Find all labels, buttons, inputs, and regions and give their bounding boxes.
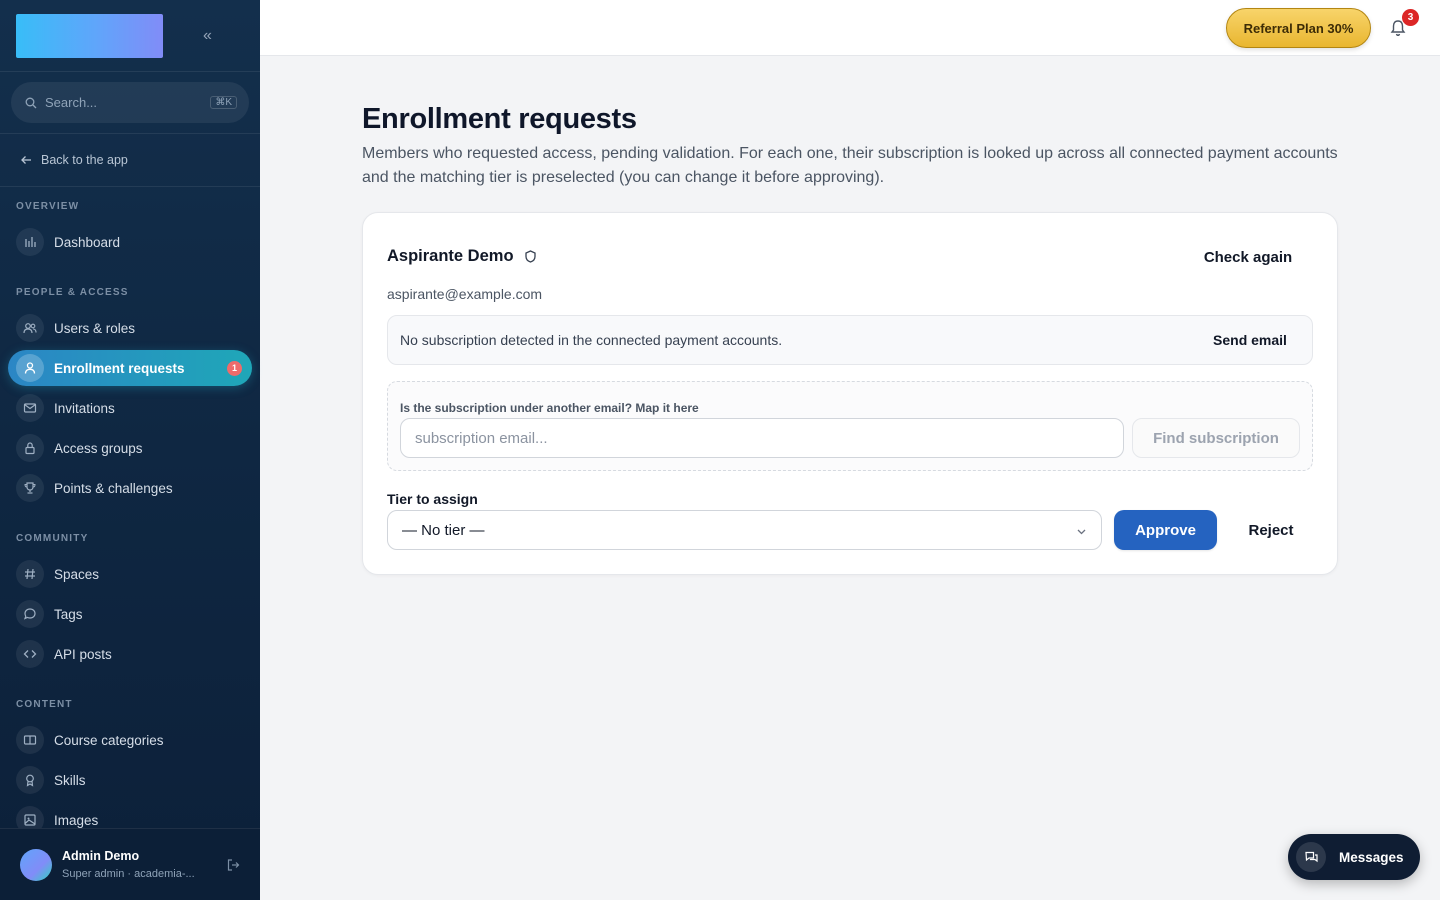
sidebar-item-invitations[interactable]: Invitations xyxy=(8,390,252,426)
code-icon xyxy=(16,640,44,668)
map-subscription-box: Is the subscription under another email?… xyxy=(387,381,1313,471)
member-email: aspirante@example.com xyxy=(387,286,543,302)
subscription-email-input[interactable] xyxy=(400,418,1124,458)
messages-label: Messages xyxy=(1339,849,1404,865)
section-content: CONTENT xyxy=(16,699,73,710)
award-icon xyxy=(16,766,44,794)
map-subscription-label: Is the subscription under another email?… xyxy=(400,401,699,415)
chevron-down-icon xyxy=(1077,529,1086,535)
user-role: Super admin · academia-... xyxy=(62,868,195,880)
enrollment-request-card: Aspirante Demo Check again aspirante@exa… xyxy=(362,212,1338,575)
sidebar-item-label: Users & roles xyxy=(54,320,136,336)
member-name: Aspirante Demo xyxy=(387,247,514,265)
sidebar-item-skills[interactable]: Skills xyxy=(8,762,252,798)
section-community: COMMUNITY xyxy=(16,533,89,544)
book-open-icon xyxy=(16,726,44,754)
sidebar-item-label: Skills xyxy=(54,772,86,788)
brand-logo[interactable] xyxy=(16,13,163,58)
bar-chart-icon xyxy=(16,228,44,256)
sidebar-item-label: Points & challenges xyxy=(54,480,173,496)
search-shortcut: ⌘K xyxy=(210,96,237,109)
find-subscription-button[interactable]: Find subscription xyxy=(1132,418,1300,458)
users-icon xyxy=(16,314,44,342)
section-overview: OVERVIEW xyxy=(16,201,80,212)
collapse-sidebar-icon[interactable]: « xyxy=(203,27,212,45)
back-to-app-link[interactable]: Back to the app xyxy=(0,134,260,187)
trophy-icon xyxy=(16,474,44,502)
messages-icon xyxy=(1296,842,1326,872)
sidebar-item-course-categories[interactable]: Course categories xyxy=(8,722,252,758)
referral-plan-button[interactable]: Referral Plan 30% xyxy=(1226,8,1371,48)
page-description: Members who requested access, pending va… xyxy=(362,145,1338,186)
sidebar: « Search... ⌘K Back to the app OVERVIEW … xyxy=(0,0,260,900)
shield-icon xyxy=(525,250,536,263)
sidebar-item-enrollment-requests[interactable]: Enrollment requests 1 xyxy=(8,350,252,386)
user-icon xyxy=(16,354,44,382)
sidebar-item-label: Dashboard xyxy=(54,234,121,250)
lock-icon xyxy=(16,434,44,462)
search-icon xyxy=(25,97,37,108)
sidebar-item-points[interactable]: Points & challenges xyxy=(8,470,252,506)
enrollment-count-badge: 1 xyxy=(227,360,242,376)
messages-button[interactable]: Messages xyxy=(1288,834,1420,880)
sidebar-item-label: Enrollment requests xyxy=(54,360,185,376)
sidebar-item-label: API posts xyxy=(54,646,112,662)
tier-label: Tier to assign xyxy=(387,491,478,507)
tier-select[interactable]: — No tier — xyxy=(387,510,1102,550)
sidebar-search-wrap: Search... ⌘K xyxy=(0,72,260,134)
subscription-notice: No subscription detected in the connecte… xyxy=(387,315,1313,365)
sidebar-search[interactable]: Search... ⌘K xyxy=(11,82,249,123)
sidebar-item-label: Images xyxy=(54,812,99,828)
sidebar-item-access-groups[interactable]: Access groups xyxy=(8,430,252,466)
sidebar-item-dashboard[interactable]: Dashboard xyxy=(8,224,252,260)
check-again-button[interactable]: Check again xyxy=(1181,241,1315,273)
notification-count-badge: 3 xyxy=(1401,8,1420,27)
user-name: Admin Demo xyxy=(62,849,140,863)
page-title: Enrollment requests xyxy=(362,103,637,135)
logout-icon[interactable] xyxy=(226,858,240,872)
avatar[interactable] xyxy=(20,848,52,881)
sidebar-item-label: Invitations xyxy=(54,400,115,416)
reject-button[interactable]: Reject xyxy=(1229,510,1313,550)
section-people: PEOPLE & ACCESS xyxy=(16,287,129,298)
arrow-left-icon xyxy=(21,156,31,164)
top-bar: Referral Plan 30% 3 xyxy=(260,0,1440,56)
sidebar-header: « xyxy=(0,0,260,72)
back-label: Back to the app xyxy=(41,153,128,167)
send-email-button[interactable]: Send email xyxy=(1200,325,1300,355)
sidebar-item-tags[interactable]: Tags xyxy=(8,596,252,632)
sidebar-item-label: Spaces xyxy=(54,566,100,582)
sidebar-item-label: Course categories xyxy=(54,732,164,748)
sidebar-item-spaces[interactable]: Spaces xyxy=(8,556,252,592)
notice-text: No subscription detected in the connecte… xyxy=(400,332,783,348)
tier-selected-value: — No tier — xyxy=(402,521,485,539)
mail-icon xyxy=(16,394,44,422)
approve-button[interactable]: Approve xyxy=(1114,510,1217,550)
hash-icon xyxy=(16,560,44,588)
sidebar-item-users[interactable]: Users & roles xyxy=(8,310,252,346)
sidebar-item-label: Tags xyxy=(54,606,83,622)
search-placeholder: Search... xyxy=(45,95,98,110)
chat-bubble-icon xyxy=(16,600,44,628)
sidebar-user-panel: Admin Demo Super admin · academia-... xyxy=(0,828,260,900)
sidebar-item-label: Access groups xyxy=(54,440,143,456)
sidebar-item-api-posts[interactable]: API posts xyxy=(8,636,252,672)
user-info: Admin Demo Super admin · academia-... xyxy=(62,849,226,880)
